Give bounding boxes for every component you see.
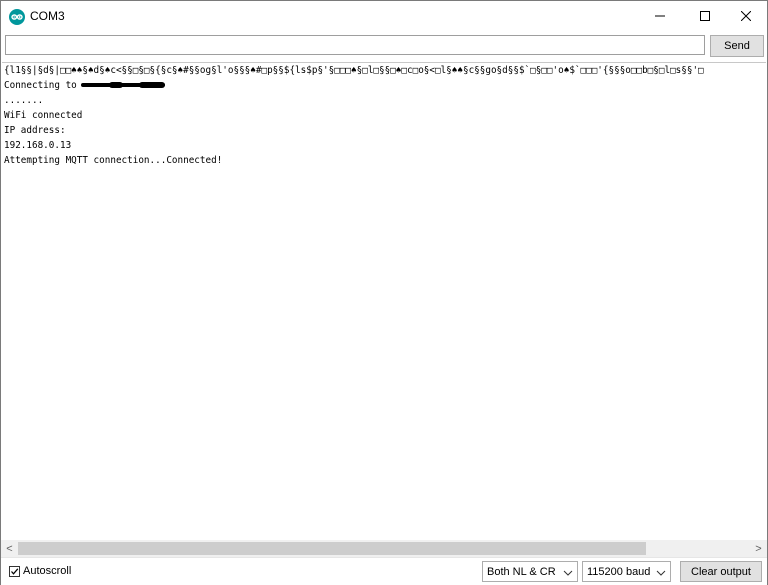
- autoscroll-toggle[interactable]: Autoscroll: [9, 565, 71, 577]
- scrollbar-thumb[interactable]: [18, 542, 646, 555]
- output-line-garbled: {l1§§|§d§|□□♠♠§♠d§♠c<§§□§□§{§c§♠#§§og§l'…: [4, 65, 704, 76]
- output-line: IP address:: [4, 125, 66, 136]
- line-ending-select[interactable]: Both NL & CR: [482, 561, 578, 582]
- maximize-button[interactable]: [682, 1, 728, 32]
- arduino-logo-icon: [9, 9, 25, 25]
- baud-rate-value: 115200 baud: [587, 565, 651, 578]
- send-row: Send: [1, 32, 767, 61]
- horizontal-scrollbar[interactable]: < >: [1, 540, 767, 557]
- checkmark-icon: [11, 567, 19, 575]
- scroll-left-icon[interactable]: <: [1, 540, 18, 557]
- window-title: COM3: [30, 9, 65, 23]
- close-button[interactable]: [723, 1, 768, 32]
- line-ending-value: Both NL & CR: [487, 565, 556, 578]
- serial-output[interactable]: {l1§§|§d§|□□♠♠§♠d§♠c<§§□§□§{§c§♠#§§og§l'…: [2, 62, 766, 541]
- chevron-down-icon: [656, 568, 666, 576]
- redacted-ssid: [80, 81, 165, 88]
- output-line: Attempting MQTT connection...Connected!: [4, 155, 223, 166]
- output-line-connecting: Connecting to: [2, 78, 766, 93]
- output-line: 192.168.0.13: [4, 140, 72, 151]
- serial-send-input[interactable]: [5, 35, 705, 55]
- output-line: WiFi connected: [4, 110, 83, 121]
- minimize-button[interactable]: [637, 1, 683, 32]
- title-bar[interactable]: COM3: [1, 1, 767, 32]
- output-line: .......: [4, 95, 44, 106]
- clear-output-button[interactable]: Clear output: [680, 561, 762, 582]
- baud-rate-select[interactable]: 115200 baud: [582, 561, 671, 582]
- maximize-icon: [700, 8, 710, 26]
- bottom-toolbar: Autoscroll Both NL & CR 115200 baud Clea…: [1, 557, 767, 585]
- close-icon: [740, 8, 752, 26]
- scroll-right-icon[interactable]: >: [750, 540, 767, 557]
- serial-monitor-window: COM3 Send {l1§§|§d§|□□♠♠§♠d§♠c<§§□§□§{§c…: [0, 0, 768, 585]
- connecting-text: Connecting to: [4, 80, 77, 91]
- send-button[interactable]: Send: [710, 35, 764, 57]
- chevron-down-icon: [563, 568, 573, 576]
- minimize-icon: [655, 8, 665, 26]
- autoscroll-checkbox[interactable]: [9, 565, 20, 577]
- autoscroll-label: Autoscroll: [23, 565, 72, 577]
